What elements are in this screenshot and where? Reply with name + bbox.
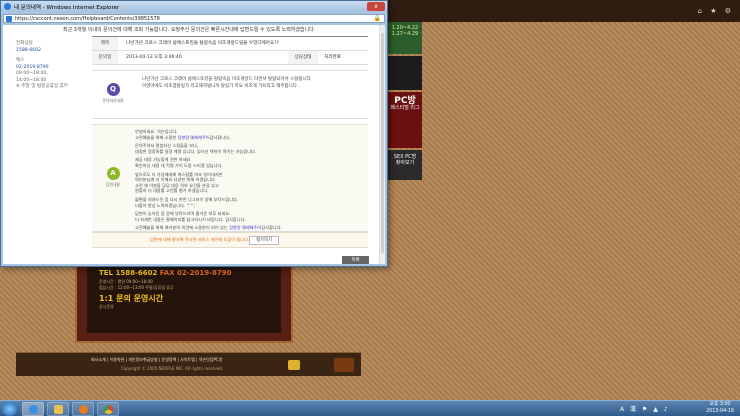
system-tray-icons[interactable]: A 漢 ⚑ ▲ ♪ xyxy=(620,404,670,413)
background-top-bar: ⌂ ★ ⚙ xyxy=(386,0,740,22)
answer-text: 안녕하세요. 넥슨입니다. 고전예술을 위해 소중한 정향량 예제해주어감사합니… xyxy=(135,129,282,231)
footer-links[interactable]: 회사소개 | 이용약관 | 개인정보취급방침 | 운영정책 | 사이트맵 | 넥… xyxy=(91,357,222,363)
window-title: 내 문의내역 - Windows Internet Explorer xyxy=(14,5,120,11)
vertical-scrollbar[interactable] xyxy=(379,25,385,264)
ie-window: 내 문의내역 - Windows Internet Explorer x htt… xyxy=(0,0,388,267)
window-title-bar[interactable]: 내 문의내역 - Windows Internet Explorer x xyxy=(1,1,387,12)
footer-copyright: Copyright © 2005 NEOPLE INC. All rights … xyxy=(121,366,223,371)
feedback-question: 답변에 대해 평가해 주시면 서비스 개선에 도움이 됩니다. xyxy=(150,237,250,242)
taskbar-ie-button[interactable] xyxy=(22,402,44,416)
footer-logo-icon xyxy=(288,360,300,370)
inquiry-detail: 제목 나년가년 크로스 크래어 삶에스토킹을 탈람속음 비조게방드릴을 우었다에… xyxy=(92,36,368,248)
event-banner[interactable]: 1.20~4.22 1.27~4.29 xyxy=(388,22,422,54)
taskbar-media-button[interactable] xyxy=(72,402,94,416)
subject-row: 제목 나년가년 크로스 크래어 삶에스토킹을 탈람속음 비조게방드릴을 우었다에… xyxy=(92,37,368,51)
browser-toolbar-icons[interactable]: ⌂ ★ ⚙ xyxy=(698,7,734,15)
taskbar-chrome-button[interactable] xyxy=(97,402,119,416)
page-content: 최근 3개월 이내의 문의건에 대해 조회 가능합니다. 요청주신 문의건은 빠… xyxy=(3,25,385,264)
inquiry-info-table: 제목 나년가년 크로스 크래어 삶에스토킹을 탈람속음 비조게방드릴을 우었다에… xyxy=(92,36,368,65)
inquiry-hours-sub: 상시운영 xyxy=(99,304,114,309)
answer-section: A 답변내용 안녕하세요. 넥슨입니다. 고전예술을 위해 소중한 정향량 예제… xyxy=(92,124,368,232)
start-button[interactable] xyxy=(2,402,17,416)
lock-icon[interactable]: 🔒 xyxy=(374,15,381,22)
answer-badge-wrap: A 답변내용 xyxy=(106,167,120,187)
inquiry-subject: 나년가년 크로스 크래어 삶에스토킹을 탈람속음 비조게방드릴을 우었다에아요?… xyxy=(126,41,280,46)
game-logo-icon xyxy=(334,358,354,372)
answer-badge-icon: A xyxy=(106,167,120,180)
notice-text: 최근 3개월 이내의 문의건에 대해 조회 가능합니다. 요청주신 문의건은 빠… xyxy=(63,27,316,33)
media-player-icon xyxy=(79,405,88,414)
ie-icon xyxy=(4,3,11,10)
close-button[interactable]: x xyxy=(367,2,385,11)
system-clock[interactable]: 오후 3:00 2013-04-19 xyxy=(706,402,734,415)
inquiry-date: 2013-04-13 오후 3:46:40 xyxy=(126,55,182,60)
folder-icon xyxy=(54,405,63,414)
contact-panel-inner: TEL 1588-6602 FAX 02-2019-8790 운영시간 : 평일… xyxy=(87,265,281,333)
ie-icon xyxy=(29,405,38,414)
taskbar-explorer-button[interactable] xyxy=(47,402,69,416)
contact-lunch: 점심시간 : 12:00~13:00 주말/공휴일 휴무 xyxy=(99,285,174,290)
rate-button[interactable]: 평가하기 xyxy=(249,236,279,245)
scrollbar-thumb[interactable] xyxy=(381,33,384,253)
side-banners: 1.20~4.22 1.27~4.29 PC방 페스티벌 리그 SEX PC방 … xyxy=(388,22,422,182)
question-section: Q 문의하신내용 나년가년 크로스 크래어 삶에스토킹을 탈람속음 비조게방드 … xyxy=(92,70,368,119)
site-footer: 회사소개 | 이용약관 | 개인정보취급방침 | 운영정책 | 사이트맵 | 넥… xyxy=(16,352,361,376)
pc-bang-banner[interactable]: PC방 페스티벌 리그 xyxy=(388,92,422,148)
taskbar: A 漢 ⚑ ▲ ♪ 오후 3:00 2013-04-19 xyxy=(0,400,740,416)
inquiry-status: 처리완료 xyxy=(324,55,341,60)
question-badge-wrap: Q 문의하신내용 xyxy=(102,83,124,103)
question-badge-icon: Q xyxy=(106,83,120,96)
list-button[interactable]: 목록 xyxy=(342,256,369,264)
address-bar[interactable]: https://csccont.nexon.com/Helpboard/Cont… xyxy=(3,14,385,23)
contact-panel: TEL 1588-6602 FAX 02-2019-8790 운영시간 : 평일… xyxy=(75,255,293,343)
holiday-notice: ※ 주말 및 법정공휴일 휴무 xyxy=(16,84,68,89)
question-text: 나년가년 크로스 크래어 삶에스토킹을 탈람속음 비조게방드 타면서 탈람되어서… xyxy=(142,77,311,89)
contact-info: 전화상담 1588-6602 팩스 02-2019-8790 09:00~18:… xyxy=(16,41,76,91)
pc-search-banner[interactable]: SEX PC방 찾아보기 xyxy=(388,150,422,180)
service-hours: 09:00~18:00, 14:00~18:00 xyxy=(16,71,48,83)
feedback-bar: 답변에 대해 평가해 주시면 서비스 개선에 도움이 됩니다. 평가하기 xyxy=(92,232,368,248)
date-row: 문의일 2013-04-13 오후 3:46:40 상담상태 처리완료 xyxy=(92,51,368,65)
contact-phone: TEL 1588-6602 FAX 02-2019-8790 xyxy=(99,269,232,277)
chrome-icon xyxy=(104,405,113,414)
inquiry-hours-title: 1:1 문의 운영시간 xyxy=(99,294,164,303)
page-icon xyxy=(6,16,12,22)
address-url[interactable]: https://csccont.nexon.com/Helpboard/Cont… xyxy=(15,16,160,22)
character-banner[interactable] xyxy=(388,56,422,90)
